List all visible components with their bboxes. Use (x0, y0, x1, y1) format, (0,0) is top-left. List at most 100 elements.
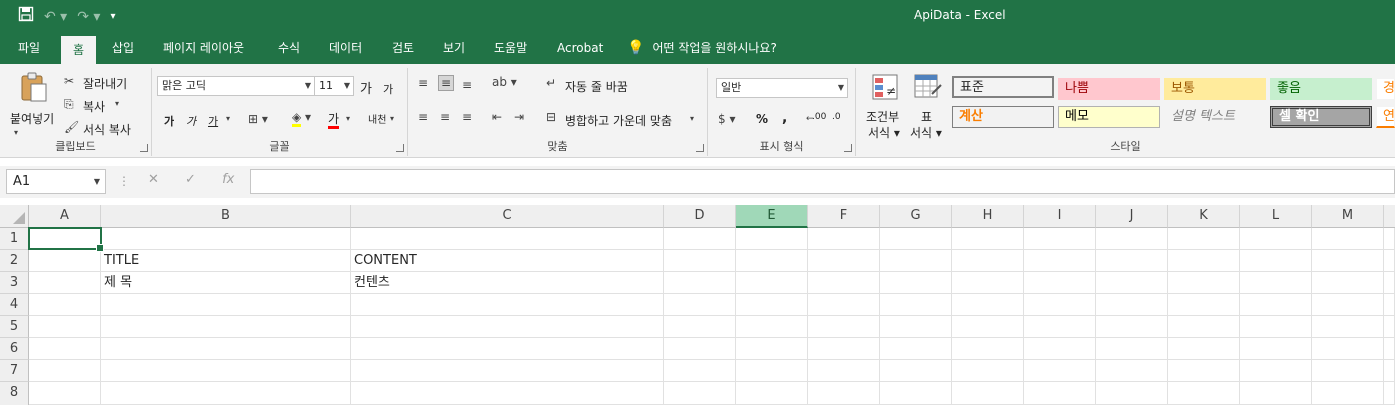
cell-i3[interactable] (1024, 272, 1096, 294)
cell-m6[interactable] (1312, 338, 1384, 360)
cell-l3[interactable] (1240, 272, 1312, 294)
increase-indent-icon[interactable]: ⇥ (514, 110, 524, 124)
borders-icon[interactable]: ⊞ ▾ (248, 112, 268, 126)
copy-icon[interactable]: ⎘ (64, 97, 74, 112)
cell-d2[interactable] (664, 250, 736, 272)
row-header-7[interactable]: 7 (0, 360, 29, 382)
cell-g2[interactable] (880, 250, 952, 272)
cell-d8[interactable] (664, 382, 736, 405)
column-header-m[interactable]: M (1312, 205, 1384, 228)
cell-j4[interactable] (1096, 294, 1168, 316)
cell-l6[interactable] (1240, 338, 1312, 360)
align-right-icon[interactable]: ≡ (462, 110, 472, 124)
align-top-icon[interactable]: ≡ (418, 76, 428, 90)
cut-button[interactable]: 잘라내기 (83, 75, 127, 92)
paste-button[interactable]: 붙여넣기 (10, 110, 54, 127)
cell-h8[interactable] (952, 382, 1024, 405)
style-calculation[interactable]: 계산 (952, 106, 1054, 128)
cell-d6[interactable] (664, 338, 736, 360)
cell-n6[interactable] (1384, 338, 1395, 360)
clipboard-launcher-icon[interactable] (140, 144, 148, 152)
merge-center-icon[interactable]: ⊟ (546, 110, 556, 124)
paste-dropdown-icon[interactable]: ▾ (14, 128, 18, 137)
increase-decimal-button[interactable]: .00 (812, 112, 826, 122)
cell-i6[interactable] (1024, 338, 1096, 360)
cell-k2[interactable] (1168, 250, 1240, 272)
font-launcher-icon[interactable] (396, 144, 404, 152)
cell-h4[interactable] (952, 294, 1024, 316)
cell-j5[interactable] (1096, 316, 1168, 338)
cell-h3[interactable] (952, 272, 1024, 294)
cell-m4[interactable] (1312, 294, 1384, 316)
cell-e2[interactable] (736, 250, 808, 272)
select-all-button[interactable] (0, 205, 29, 228)
tab-insert[interactable]: 삽입 (112, 32, 134, 64)
cell-m5[interactable] (1312, 316, 1384, 338)
cell-b5[interactable] (101, 316, 351, 338)
column-header-d[interactable]: D (664, 205, 736, 228)
cell-j1[interactable] (1096, 228, 1168, 250)
bold-button[interactable]: 가 (164, 113, 174, 129)
cell-k4[interactable] (1168, 294, 1240, 316)
cell-f7[interactable] (808, 360, 880, 382)
cell-c7[interactable] (351, 360, 664, 382)
cell-g3[interactable] (880, 272, 952, 294)
format-painter-icon[interactable]: 🖌 (64, 120, 79, 134)
shrink-font-button[interactable]: 가 (383, 81, 393, 97)
cell-e4[interactable] (736, 294, 808, 316)
cell-j2[interactable] (1096, 250, 1168, 272)
cell-f1[interactable] (808, 228, 880, 250)
cell-l4[interactable] (1240, 294, 1312, 316)
row-header-2[interactable]: 2 (0, 250, 29, 272)
cell-b6[interactable] (101, 338, 351, 360)
customize-qat-icon[interactable]: ▾ (110, 8, 115, 26)
cell-h5[interactable] (952, 316, 1024, 338)
number-format-select[interactable]: 일반 ▼ (716, 78, 848, 98)
column-header-n[interactable] (1384, 205, 1395, 228)
cell-e5[interactable] (736, 316, 808, 338)
tab-data[interactable]: 데이터 (329, 32, 362, 64)
cell-b1[interactable] (101, 228, 351, 250)
style-normal[interactable]: 표준 (952, 76, 1054, 98)
cell-e7[interactable] (736, 360, 808, 382)
column-header-l[interactable]: L (1240, 205, 1312, 228)
cell-a2[interactable] (29, 250, 101, 272)
cell-c6[interactable] (351, 338, 664, 360)
cell-d5[interactable] (664, 316, 736, 338)
style-neutral[interactable]: 보통 (1164, 78, 1266, 100)
cell-l7[interactable] (1240, 360, 1312, 382)
cell-e1[interactable] (736, 228, 808, 250)
cell-b3[interactable]: 제 목 (101, 272, 351, 294)
cell-n4[interactable] (1384, 294, 1395, 316)
conditional-formatting-label-1[interactable]: 조건부 (866, 108, 899, 125)
merge-center-button[interactable]: 병합하고 가운데 맞춤 (565, 112, 672, 129)
tab-home[interactable]: 홈 (61, 36, 97, 64)
cell-k1[interactable] (1168, 228, 1240, 250)
cell-a8[interactable] (29, 382, 101, 405)
cell-d3[interactable] (664, 272, 736, 294)
cell-f5[interactable] (808, 316, 880, 338)
cell-k7[interactable] (1168, 360, 1240, 382)
phonetic-dropdown-icon[interactable]: ▾ (390, 114, 394, 123)
cell-l8[interactable] (1240, 382, 1312, 405)
cell-c4[interactable] (351, 294, 664, 316)
cell-n2[interactable] (1384, 250, 1395, 272)
cell-g8[interactable] (880, 382, 952, 405)
style-bad[interactable]: 나쁨 (1058, 78, 1160, 100)
row-header-8[interactable]: 8 (0, 382, 29, 405)
font-size-select[interactable]: 11 ▼ (314, 76, 354, 96)
cell-i7[interactable] (1024, 360, 1096, 382)
column-header-b[interactable]: B (101, 205, 351, 228)
tab-acrobat[interactable]: Acrobat (557, 32, 603, 64)
row-header-3[interactable]: 3 (0, 272, 29, 294)
merge-dropdown-icon[interactable]: ▾ (690, 114, 694, 123)
cell-k5[interactable] (1168, 316, 1240, 338)
align-left-icon[interactable]: ≡ (418, 110, 428, 124)
cell-j3[interactable] (1096, 272, 1168, 294)
cell-h2[interactable] (952, 250, 1024, 272)
format-painter-button[interactable]: 서식 복사 (83, 121, 131, 138)
cell-m2[interactable] (1312, 250, 1384, 272)
cell-c2[interactable]: CONTENT (351, 250, 664, 272)
cell-g1[interactable] (880, 228, 952, 250)
orientation-icon[interactable]: ab ▾ (492, 75, 517, 89)
